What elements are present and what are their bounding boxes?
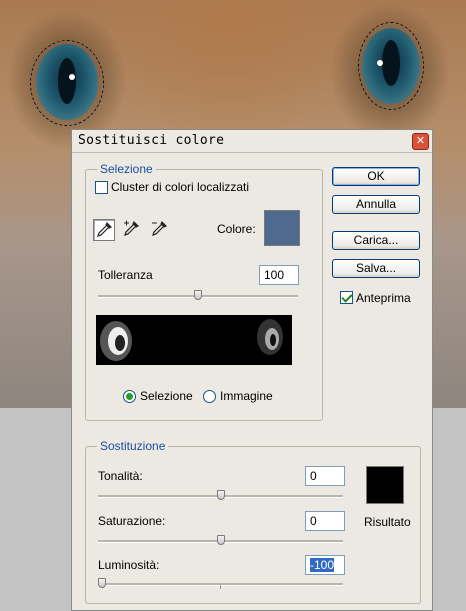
dialog-title: Sostituisci colore [78, 133, 225, 148]
saturazione-input[interactable]: 0 [305, 511, 345, 531]
saturazione-label: Saturazione: [98, 514, 166, 528]
colore-swatch[interactable] [264, 210, 300, 246]
luminosita-input[interactable]: -100 [305, 555, 345, 575]
annulla-button[interactable]: Annulla [332, 195, 420, 214]
anteprima-label: Anteprima [356, 291, 411, 305]
sostituzione-legend: Sostituzione [97, 439, 169, 453]
anteprima-checkbox[interactable] [340, 291, 353, 304]
luminosita-value: -100 [310, 558, 335, 572]
cluster-label: Cluster di colori localizzati [111, 180, 250, 194]
carica-button[interactable]: Carica... [332, 231, 420, 250]
tolleranza-input[interactable]: 100 [259, 265, 299, 285]
tonalita-input[interactable]: 0 [305, 466, 345, 486]
tolleranza-slider[interactable] [194, 290, 202, 300]
radio-selezione-label: Selezione [140, 389, 193, 403]
luminosita-slider[interactable] [98, 578, 106, 588]
eyedropper-plus-icon [124, 220, 140, 236]
colore-label: Colore: [217, 222, 256, 236]
cluster-checkbox[interactable] [95, 181, 108, 194]
saturazione-slider[interactable] [216, 535, 225, 545]
eyedropper-plus-button[interactable] [121, 219, 143, 241]
selezione-legend: Selezione [97, 162, 156, 176]
eyedropper-minus-icon [152, 220, 168, 236]
replace-color-dialog: Sostituisci colore ✕ Selezione Cluster d… [71, 129, 433, 611]
tonalita-slider[interactable] [216, 490, 225, 500]
luminosita-center-tick [220, 585, 221, 589]
selection-preview [96, 315, 292, 365]
selection-marquee-right [358, 22, 424, 110]
luminosita-label: Luminosità: [98, 558, 160, 572]
tolleranza-label: Tolleranza [98, 268, 153, 282]
salva-button[interactable]: Salva... [332, 259, 420, 278]
eyedropper-icon [97, 221, 113, 237]
risultato-swatch[interactable] [366, 466, 404, 504]
radio-immagine-label: Immagine [220, 389, 273, 403]
radio-immagine[interactable] [203, 390, 216, 403]
risultato-label: Risultato [364, 515, 411, 529]
close-icon[interactable]: ✕ [412, 133, 429, 150]
radio-selezione[interactable] [123, 390, 136, 403]
titlebar[interactable]: Sostituisci colore ✕ [72, 130, 432, 153]
ok-button[interactable]: OK [332, 167, 420, 186]
eyedropper-minus-button[interactable] [149, 219, 171, 241]
selection-marquee-left [30, 40, 104, 126]
tonalita-label: Tonalità: [98, 469, 143, 483]
eyedropper-button[interactable] [93, 219, 115, 241]
